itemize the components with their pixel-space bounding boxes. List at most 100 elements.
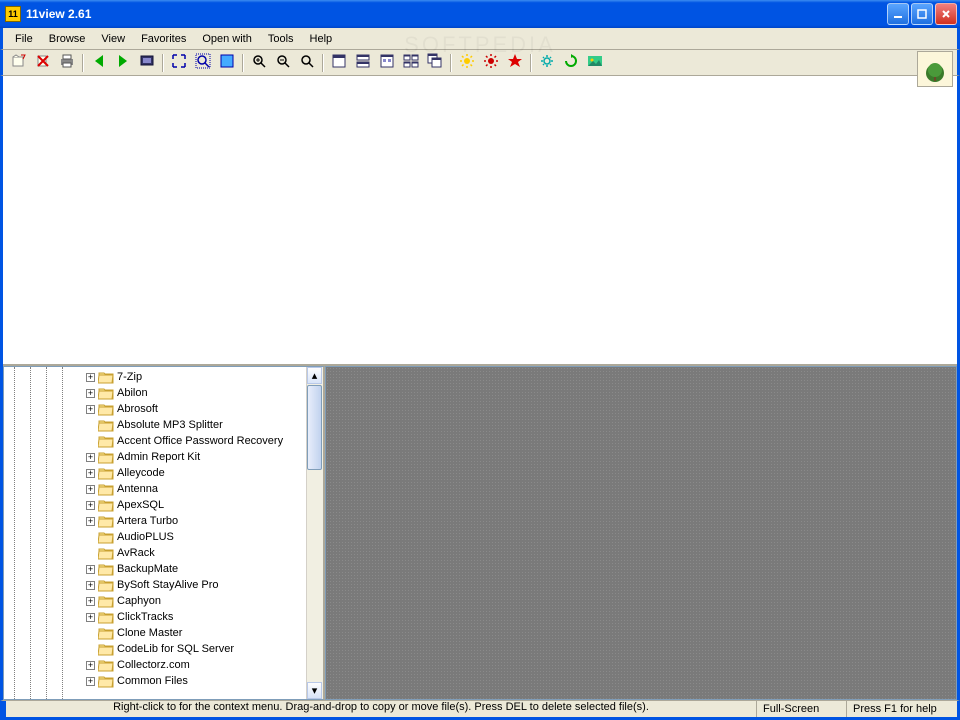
print-button[interactable] (55, 52, 78, 74)
menu-tools[interactable]: Tools (260, 30, 302, 48)
effects-icon (507, 53, 523, 72)
horizontal-split-button[interactable] (351, 52, 374, 74)
scroll-thumb[interactable] (307, 385, 322, 470)
image-viewer-pane[interactable] (3, 76, 957, 366)
folder-icon (98, 643, 114, 656)
folder-icon (98, 435, 114, 448)
folder-icon (98, 547, 114, 560)
folder-icon (98, 595, 114, 608)
tree-item[interactable]: + Common Files (82, 673, 306, 689)
cascade-button[interactable] (423, 52, 446, 74)
folder-tree[interactable]: +7-Zip+Abilon+AbrosoftAbsolute MP3 Split… (82, 367, 306, 699)
expand-icon[interactable]: + (86, 469, 95, 478)
scroll-down-button[interactable]: ▾ (307, 682, 322, 699)
expand-icon[interactable]: + (86, 661, 95, 670)
close-button[interactable] (935, 3, 957, 25)
expand-icon[interactable]: + (86, 405, 95, 414)
fit-button[interactable] (167, 52, 190, 74)
tree-item-label: Clone Master (117, 627, 182, 639)
tree-item[interactable]: CodeLib for SQL Server (82, 641, 306, 657)
menu-browse[interactable]: Browse (41, 30, 94, 48)
zoom-out-button[interactable] (271, 52, 294, 74)
zoom-button[interactable] (295, 52, 318, 74)
back-button[interactable] (87, 52, 110, 74)
wallpaper-icon (587, 53, 603, 72)
tree-item[interactable]: AvRack (82, 545, 306, 561)
folder-icon (98, 483, 114, 496)
expand-icon[interactable]: + (86, 485, 95, 494)
tree-item[interactable]: + Admin Report Kit (82, 449, 306, 465)
expand-icon[interactable]: + (86, 613, 95, 622)
tree-item[interactable]: + Abrosoft (82, 401, 306, 417)
tree-item[interactable]: +Antenna (82, 481, 306, 497)
tree-item[interactable]: Clone Master (82, 625, 306, 641)
tree-item-label: AvRack (117, 547, 155, 559)
tree-item-label: Common Files (117, 675, 188, 687)
tree-item[interactable]: + Alleycode (82, 465, 306, 481)
app-logo (917, 51, 953, 87)
tree-item[interactable]: Absolute MP3 Splitter (82, 417, 306, 433)
settings-button[interactable] (535, 52, 558, 74)
slideshow-button[interactable] (135, 52, 158, 74)
tree-item[interactable]: +Abilon (82, 385, 306, 401)
tiles-button[interactable] (399, 52, 422, 74)
refresh-button[interactable] (559, 52, 582, 74)
tree-item-label: CodeLib for SQL Server (117, 643, 234, 655)
expand-icon[interactable]: + (86, 565, 95, 574)
tree-item[interactable]: + ClickTracks (82, 609, 306, 625)
folder-icon (98, 467, 114, 480)
tree-item-label: ClickTracks (117, 611, 173, 623)
expand-icon[interactable]: + (86, 517, 95, 526)
tree-item[interactable]: +Collectorz.com (82, 657, 306, 673)
contrast-icon (483, 53, 499, 72)
menu-open-with[interactable]: Open with (194, 30, 260, 48)
app-icon: 11 (5, 6, 21, 22)
scroll-up-button[interactable]: ▴ (307, 367, 322, 384)
folder-icon (98, 627, 114, 640)
folder-icon (98, 499, 114, 512)
open-file-button[interactable] (7, 52, 30, 74)
thumbnail-pane[interactable] (325, 366, 957, 700)
expand-icon[interactable]: + (86, 677, 95, 686)
menu-view[interactable]: View (93, 30, 133, 48)
tree-item-label: Admin Report Kit (117, 451, 200, 463)
wallpaper-button[interactable] (583, 52, 606, 74)
menu-help[interactable]: Help (302, 30, 341, 48)
minimize-button[interactable] (887, 3, 909, 25)
window-button[interactable] (327, 52, 350, 74)
tree-item[interactable]: Accent Office Password Recovery (82, 433, 306, 449)
contrast-button[interactable] (479, 52, 502, 74)
slideshow-icon (139, 53, 155, 72)
tree-item-label: 7-Zip (117, 371, 142, 383)
tree-item[interactable]: +Caphyon (82, 593, 306, 609)
zoom-fit-button[interactable] (191, 52, 214, 74)
expand-icon[interactable]: + (86, 581, 95, 590)
zoom-in-button[interactable] (247, 52, 270, 74)
expand-icon[interactable]: + (86, 501, 95, 510)
tree-item[interactable]: +Artera Turbo (82, 513, 306, 529)
expand-icon[interactable]: + (86, 389, 95, 398)
tree-scrollbar[interactable]: ▴ ▾ (306, 367, 323, 699)
forward-button[interactable] (111, 52, 134, 74)
tree-item[interactable]: +ApexSQL (82, 497, 306, 513)
brightness-button[interactable] (455, 52, 478, 74)
tree-item[interactable]: +BySoft StayAlive Pro (82, 577, 306, 593)
toolbar-separator (447, 52, 454, 74)
thumbnail-button[interactable] (375, 52, 398, 74)
menu-favorites[interactable]: Favorites (133, 30, 194, 48)
maximize-button[interactable] (911, 3, 933, 25)
menu-file[interactable]: File (7, 30, 41, 48)
expand-icon[interactable]: + (86, 597, 95, 606)
tree-item[interactable]: +7-Zip (82, 369, 306, 385)
status-mode: Full-Screen (757, 701, 847, 717)
expand-icon[interactable]: + (86, 373, 95, 382)
select-button[interactable] (215, 52, 238, 74)
effects-button[interactable] (503, 52, 526, 74)
tree-item[interactable]: +BackupMate (82, 561, 306, 577)
expand-icon[interactable]: + (86, 453, 95, 462)
tree-item-label: Abrosoft (117, 403, 158, 415)
tree-item[interactable]: AudioPLUS (82, 529, 306, 545)
window-icon (331, 53, 347, 72)
delete-file-button[interactable] (31, 52, 54, 74)
tree-item-label: Alleycode (117, 467, 165, 479)
